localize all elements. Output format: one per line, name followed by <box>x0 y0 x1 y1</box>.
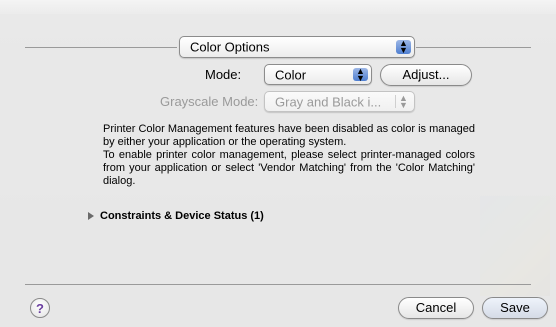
sheet-top-highlight <box>0 0 556 14</box>
panel-select-value: Color Options <box>190 39 270 55</box>
bottom-separator <box>25 284 531 285</box>
disclosure-triangle-icon <box>88 212 94 220</box>
help-button[interactable]: ? <box>30 298 50 318</box>
popup-arrows-icon: ▲ ▼ <box>353 66 368 82</box>
cancel-button[interactable]: Cancel <box>398 297 474 319</box>
constraints-disclosure[interactable]: Constraints & Device Status (1) <box>88 210 264 222</box>
mode-popup[interactable]: Color ▲ ▼ <box>264 64 372 85</box>
message-paragraph-1: Printer Color Management features have b… <box>103 123 475 148</box>
color-management-message: Printer Color Management features have b… <box>103 123 475 188</box>
color-options-sheet: Color Options ▲ ▼ Mode: Color ▲ ▼ Adjust..… <box>0 0 556 327</box>
separator-left <box>25 47 177 48</box>
grayscale-mode-popup[interactable]: Gray and Black i... ▲ ▼ <box>264 91 415 112</box>
grayscale-mode-value: Gray and Black i... <box>275 94 382 109</box>
grayscale-mode-label: Grayscale Mode: <box>160 94 259 109</box>
save-button[interactable]: Save <box>482 297 548 319</box>
separator-right <box>416 47 531 48</box>
adjust-button[interactable]: Adjust... <box>380 64 472 86</box>
popup-arrows-icon: ▲ ▼ <box>396 39 411 55</box>
mode-label: Mode: <box>205 67 242 82</box>
mode-value: Color <box>275 67 307 82</box>
popup-arrows-icon: ▲ ▼ <box>395 93 411 109</box>
panel-select-popup[interactable]: Color Options ▲ ▼ <box>179 36 415 58</box>
message-paragraph-2: To enable printer color management, plea… <box>103 149 475 187</box>
constraints-label: Constraints & Device Status (1) <box>100 210 264 222</box>
